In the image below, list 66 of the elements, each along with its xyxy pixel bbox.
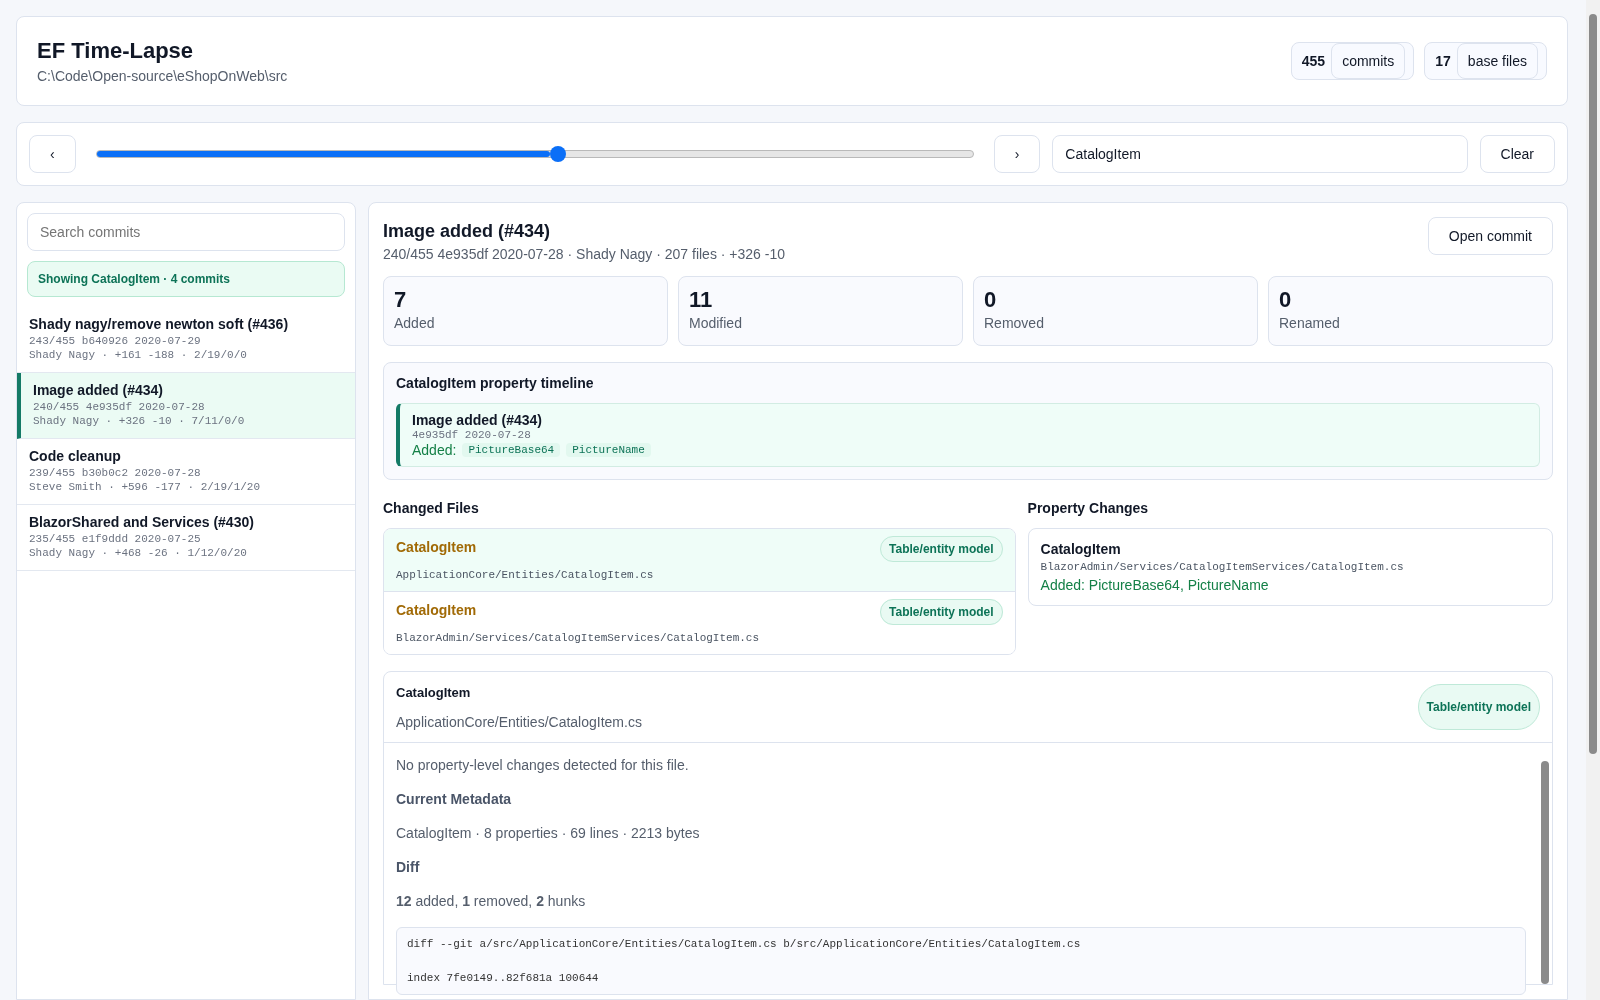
search-field[interactable]: Search commits <box>27 213 345 251</box>
count-label: Renamed <box>1279 315 1341 331</box>
stat-value: 17 <box>1435 53 1451 69</box>
file-path: ApplicationCore/Entities/CatalogItem.cs <box>396 569 654 581</box>
section-heading: Changed Files <box>383 500 480 516</box>
commit-stats: Steve Smith · +596 -177 · 2/19/1/20 <box>29 480 262 494</box>
stat-label: base files <box>1456 43 1538 79</box>
metadata-heading: Current Metadata <box>396 791 513 807</box>
file-tag: Table/entity model <box>1417 684 1540 730</box>
file-tag: Table/entity model <box>880 599 1003 625</box>
page-scrollbar[interactable] <box>1586 0 1600 1000</box>
file-name: CatalogItem <box>396 539 478 555</box>
filter-field[interactable]: CatalogItem <box>1052 135 1468 173</box>
next-button[interactable]: › <box>993 135 1041 173</box>
section-heading: Property Changes <box>1027 500 1150 516</box>
commit-stats: Shady Nagy · +468 -26 · 1/12/0/20 <box>29 546 248 560</box>
count-value: 0 <box>1279 287 1293 313</box>
stat-label: commits <box>1331 43 1406 79</box>
change-label: Added: <box>412 442 457 458</box>
entry-title: Image added (#434) <box>412 412 543 428</box>
file-path: BlazorAdmin/Services/CatalogItemServices/CatalogItem.cs <box>396 632 760 644</box>
diff-summary: 12 added, 1 removed, 2 hunks <box>396 893 587 909</box>
count-value: 0 <box>984 287 998 313</box>
code-line: index 7fe0149..82f681a 100644 <box>407 972 600 984</box>
commit-stats: Shady Nagy · +326 -10 · 7/11/0/0 <box>33 414 246 428</box>
metadata-text: CatalogItem · 8 properties · 69 lines · 2213 bytes <box>396 825 701 841</box>
app-title: EF Time-Lapse <box>37 38 195 64</box>
commit-info: 235/455 e1f9ddd 2020-07-25 <box>29 532 202 546</box>
status-message: No property-level changes detected for this file. <box>396 757 690 773</box>
entry-meta: 4e935df 2020-07-28 <box>412 428 532 442</box>
commit-info: 239/455 b30b0c2 2020-07-28 <box>29 466 202 480</box>
commit-title: BlazorShared and Services (#430) <box>29 514 255 530</box>
commit-heading: Image added (#434) <box>383 221 552 242</box>
slider-thumb[interactable] <box>550 146 567 162</box>
commit-info: 243/455 b640926 2020-07-29 <box>29 334 202 348</box>
commit-item[interactable]: Image added (#434) 240/455 4e935df 2020-07-28 Shady Nagy · +326 -10 · 7/11/0/0 <box>17 373 355 439</box>
property-tag: PictureBase64 <box>462 443 561 457</box>
commit-info: 240/455 4e935df 2020-07-28 <box>33 400 206 414</box>
commit-title: Shady nagy/remove newton soft (#436) <box>29 316 290 332</box>
count-label: Modified <box>689 315 743 331</box>
file-tag: Table/entity model <box>880 536 1003 562</box>
entity-name: CatalogItem <box>1040 541 1122 557</box>
clear-button[interactable]: Clear <box>1479 135 1555 173</box>
file-path: BlazorAdmin/Services/CatalogItemServices/CatalogItem.cs <box>1040 561 1405 573</box>
change-summary: Added: PictureBase64, PictureName <box>1040 577 1270 593</box>
code-line: diff --git a/src/ApplicationCore/Entities/CatalogItem.cs b/src/ApplicationCore/Entities/CatalogItem.cs <box>407 938 1082 950</box>
file-row[interactable]: CatalogItem ApplicationCore/Entities/CatalogItem.cs Table/entity model <box>384 529 1015 592</box>
timeline-title: CatalogItem property timeline <box>396 375 595 391</box>
commit-stats: Shady Nagy · +161 -188 · 2/19/0/0 <box>29 348 248 362</box>
stat-value: 455 <box>1301 53 1326 69</box>
file-name: CatalogItem <box>396 684 472 700</box>
commit-meta: 240/455 4e935df 2020-07-28 · Shady Nagy · 207 files · +326 -10 <box>383 246 785 262</box>
file-name: CatalogItem <box>396 602 478 618</box>
diff-heading: Diff <box>396 859 421 875</box>
property-tag: PictureName <box>566 443 651 457</box>
count-label: Removed <box>984 315 1045 331</box>
filter-banner: Showing CatalogItem · 4 commits <box>27 261 345 297</box>
count-label: Added <box>394 315 436 331</box>
count-value: 11 <box>689 287 714 313</box>
open-commit-button[interactable]: Open commit <box>1427 217 1553 255</box>
count-value: 7 <box>394 287 408 313</box>
commit-title: Code cleanup <box>29 448 122 464</box>
previous-button[interactable]: ‹ <box>29 135 76 173</box>
commit-title: Image added (#434) <box>33 382 164 398</box>
file-path: ApplicationCore/Entities/CatalogItem.cs <box>396 713 642 730</box>
repo-path: C:\Code\Open-source\eShopOnWeb\src <box>37 68 288 84</box>
